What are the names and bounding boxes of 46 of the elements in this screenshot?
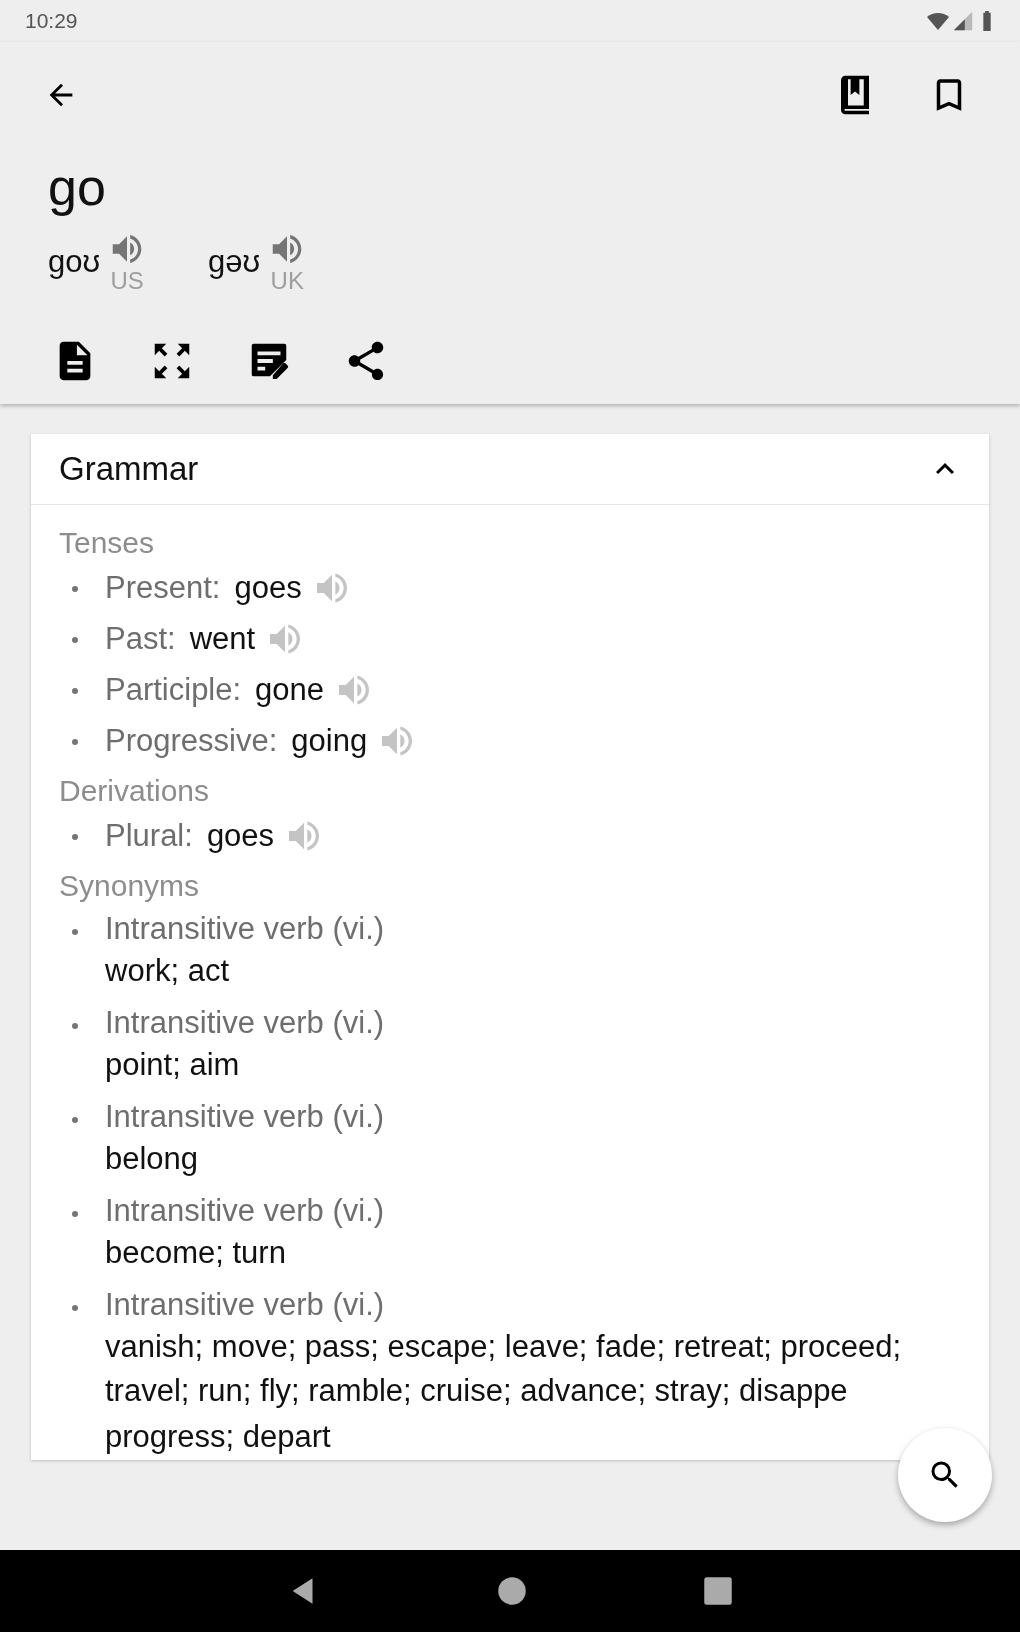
definition-text: belong xyxy=(105,1140,200,1178)
phonetic-text: goʊ xyxy=(48,244,101,281)
phonetic-text: gəʊ xyxy=(208,244,261,281)
home-icon[interactable] xyxy=(497,1576,527,1606)
bullet-dot xyxy=(72,1305,78,1311)
definition-text: travel; run; fly; ramble; cruise; advance; stray; disappe xyxy=(105,1372,849,1410)
bullet-dot xyxy=(72,637,78,643)
bullet-dot xyxy=(72,834,78,840)
sense-label: Intransitive verb (vi.) xyxy=(105,1004,385,1042)
sense-label: Intransitive verb (vi.) xyxy=(105,1286,386,1324)
definition-text: progress; depart xyxy=(105,1418,332,1456)
signal-icon xyxy=(952,10,974,32)
search-button[interactable] xyxy=(898,1428,992,1522)
bullet-dot xyxy=(72,1211,78,1217)
form-value: going xyxy=(291,723,368,759)
bullet-dot xyxy=(72,586,78,592)
form-value: goes xyxy=(206,818,275,854)
form-value: goes xyxy=(234,570,302,606)
headword: go xyxy=(47,157,107,218)
definition-text: vanish; move; pass; escape; leave; fade; retreat; proceed; xyxy=(105,1328,902,1366)
form-value: gone xyxy=(255,672,325,708)
form-label: Plural: xyxy=(105,817,193,855)
bullet-dot xyxy=(72,929,78,935)
form-label: Present: xyxy=(105,569,221,607)
section-heading: Derivations xyxy=(59,773,211,809)
sense-label: Intransitive verb (vi.) xyxy=(105,1098,385,1136)
recents-icon[interactable] xyxy=(703,1576,733,1606)
definition-text: become; turn xyxy=(105,1234,287,1272)
sense-label: Intransitive verb (vi.) xyxy=(105,910,385,948)
status-time: 10:29 xyxy=(25,9,78,33)
form-label: Progressive: xyxy=(105,722,278,760)
bullet-dot xyxy=(72,1023,78,1029)
bullet-dot xyxy=(72,739,78,745)
definition-text: work; act xyxy=(105,952,231,990)
region-label: US xyxy=(110,268,144,294)
section-heading: Synonyms xyxy=(59,868,201,904)
form-value: went xyxy=(189,621,256,657)
form-label: Participle: xyxy=(105,671,242,709)
region-label: UK xyxy=(270,268,304,294)
section-heading: Tenses xyxy=(59,525,156,561)
definition-text: point; aim xyxy=(105,1046,241,1084)
bullet-dot xyxy=(72,1117,78,1123)
card-title: Grammar xyxy=(59,450,199,488)
sense-label: Intransitive verb (vi.) xyxy=(105,1192,385,1230)
bullet-dot xyxy=(72,688,78,694)
form-label: Past: xyxy=(105,620,176,658)
